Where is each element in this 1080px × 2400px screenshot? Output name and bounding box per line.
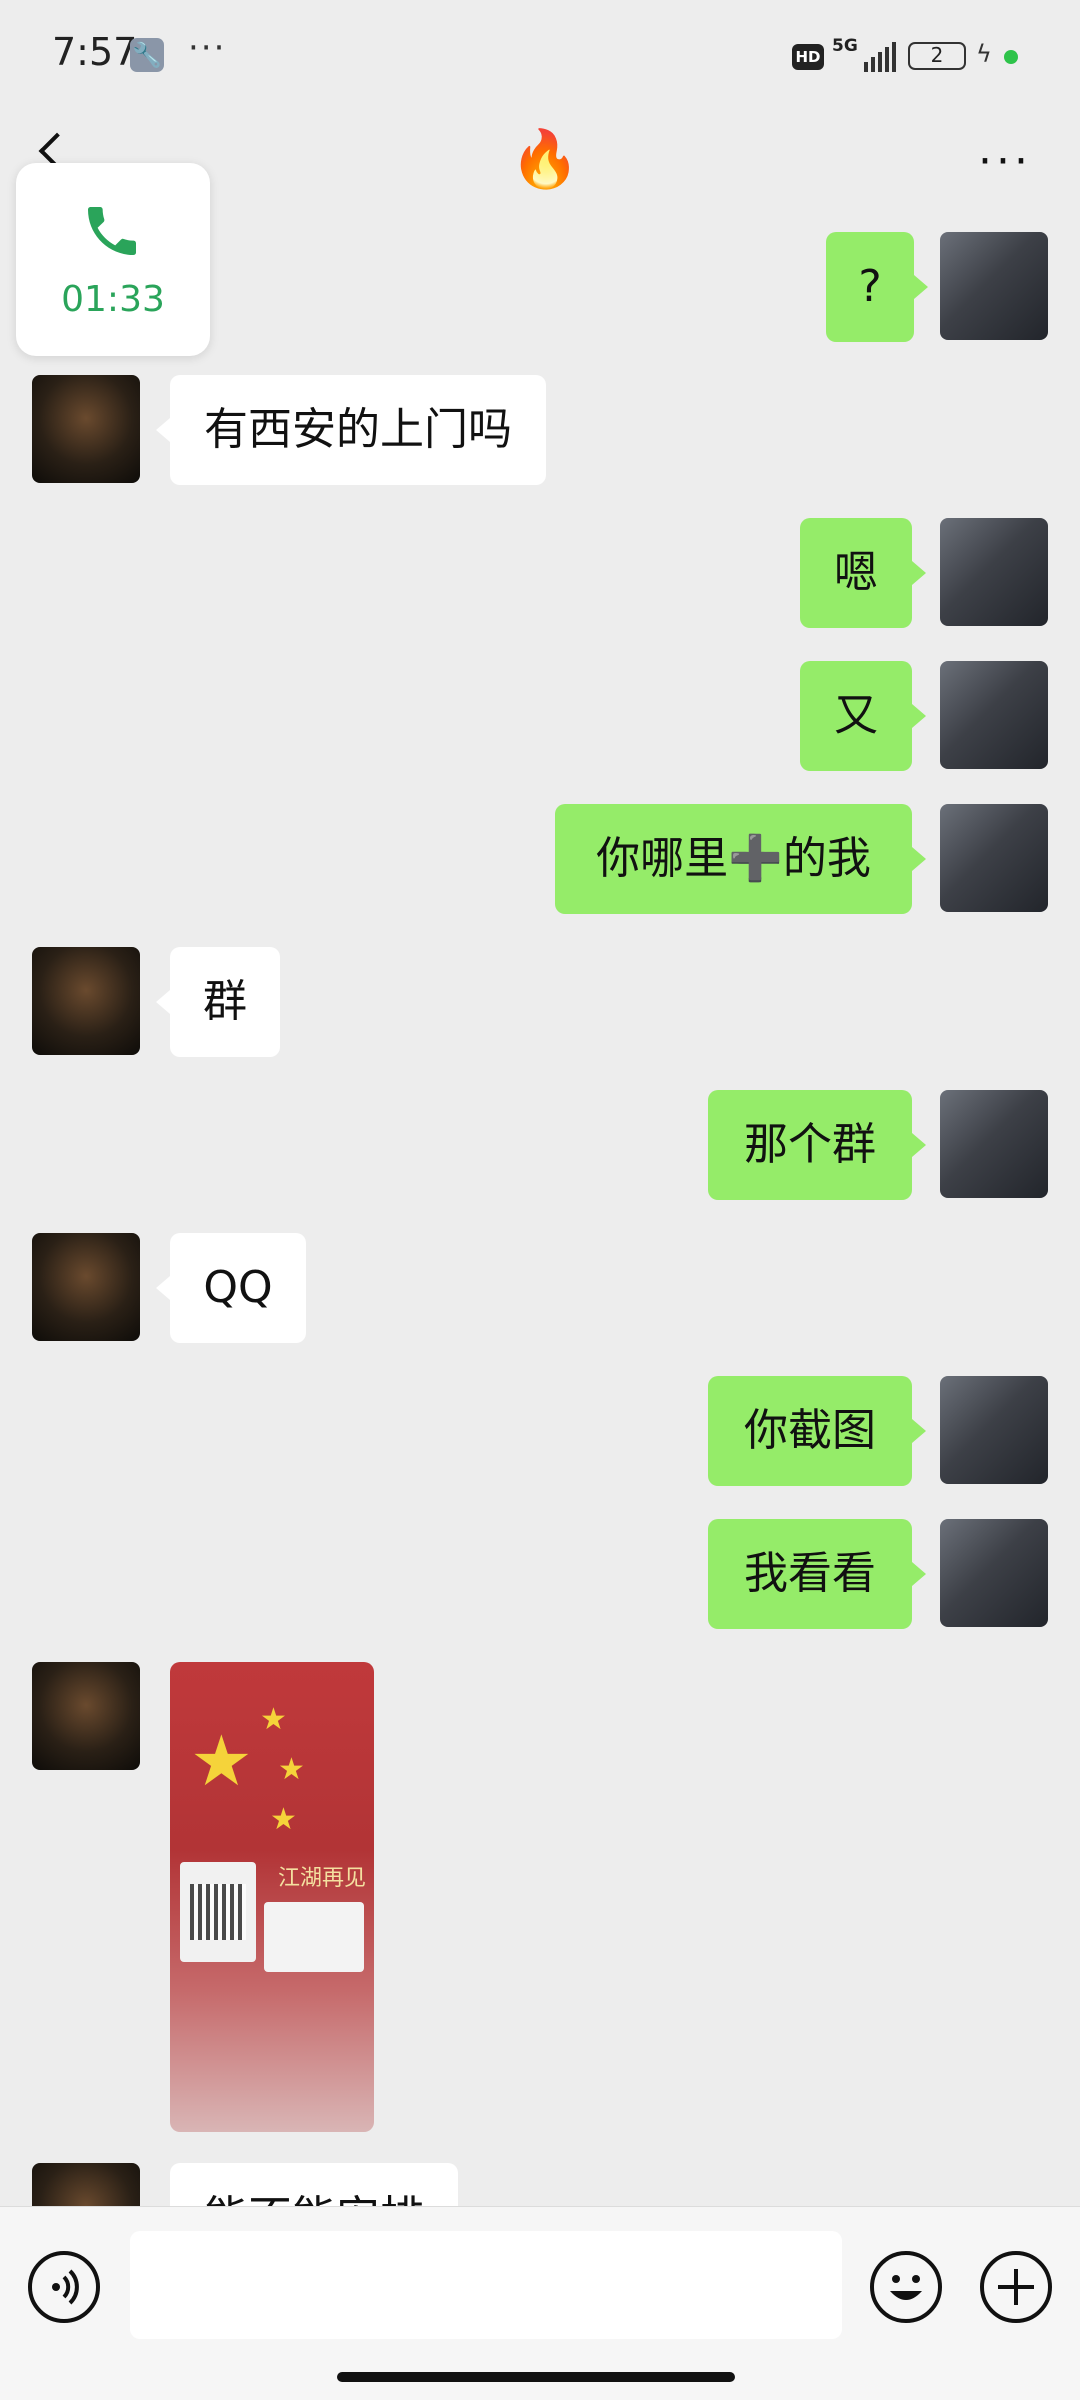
star-icon: ★ [190, 1720, 253, 1802]
plus-icon[interactable] [980, 2251, 1052, 2323]
network-label: 5G [832, 36, 858, 56]
qr-card [180, 1862, 256, 1962]
my-avatar[interactable] [940, 518, 1048, 626]
image-message[interactable]: ★ ★ ★ ★ 江湖再见 [170, 1662, 374, 2132]
my-message[interactable]: 你截图 [708, 1376, 912, 1486]
status-dots-icon: ··· [188, 28, 227, 68]
active-dot-icon [1004, 50, 1018, 64]
bubble-tail [912, 1419, 926, 1443]
my-avatar[interactable] [940, 804, 1048, 912]
bubble-tail [912, 1133, 926, 1157]
charging-icon: ϟ [976, 40, 992, 68]
contact-avatar[interactable] [32, 1233, 140, 1341]
bubble-tail [912, 704, 926, 728]
my-avatar[interactable] [940, 1090, 1048, 1198]
call-floating-card[interactable]: 01:33 [16, 163, 210, 356]
image-caption: 江湖再见 [278, 1866, 367, 1891]
status-time: 7:57 [52, 30, 138, 74]
notice-card [264, 1902, 364, 1972]
battery-icon: 2 [908, 42, 966, 70]
status-bar: 7:57 🔧 ··· HD 5G 2 ϟ [0, 0, 1080, 110]
my-avatar[interactable] [940, 232, 1048, 340]
phone-icon [88, 207, 136, 255]
fire-emoji-icon: 🔥 [510, 127, 580, 192]
bubble-tail [912, 561, 926, 585]
signal-icon [864, 42, 896, 72]
qr-code-icon [190, 1884, 246, 1940]
hd-badge: HD [792, 44, 824, 70]
wrench-icon: 🔧 [130, 38, 164, 72]
star-icon: ★ [270, 1802, 297, 1837]
emoji-icon[interactable] [870, 2251, 942, 2323]
my-message[interactable]: 嗯 [800, 518, 912, 628]
contact-avatar[interactable] [32, 1662, 140, 1770]
input-bar [0, 2206, 1080, 2400]
contact-message[interactable]: 有西安的上门吗 [170, 375, 546, 485]
bubble-tail [914, 275, 928, 299]
contact-message[interactable]: 群 [170, 947, 280, 1057]
my-avatar[interactable] [940, 661, 1048, 769]
voice-icon[interactable] [28, 2251, 100, 2323]
contact-message[interactable]: QQ [170, 1233, 306, 1343]
bubble-tail [912, 847, 926, 871]
my-avatar[interactable] [940, 1519, 1048, 1627]
contact-avatar[interactable] [32, 947, 140, 1055]
bubble-tail [912, 1562, 926, 1586]
my-avatar[interactable] [940, 1376, 1048, 1484]
my-message[interactable]: 又 [800, 661, 912, 771]
more-icon[interactable]: ··· [978, 136, 1032, 187]
my-message[interactable]: 你哪里➕的我 [555, 804, 912, 914]
bubble-tail [156, 1276, 170, 1300]
my-message[interactable]: 那个群 [708, 1090, 912, 1200]
call-duration: 01:33 [61, 279, 165, 320]
contact-avatar[interactable] [32, 375, 140, 483]
message-input[interactable] [130, 2231, 842, 2339]
my-message[interactable]: ? [826, 232, 914, 342]
home-indicator[interactable] [337, 2372, 735, 2382]
bubble-tail [156, 418, 170, 442]
star-icon: ★ [278, 1752, 305, 1787]
bubble-tail [156, 990, 170, 1014]
my-message[interactable]: 我看看 [708, 1519, 912, 1629]
star-icon: ★ [260, 1702, 287, 1737]
